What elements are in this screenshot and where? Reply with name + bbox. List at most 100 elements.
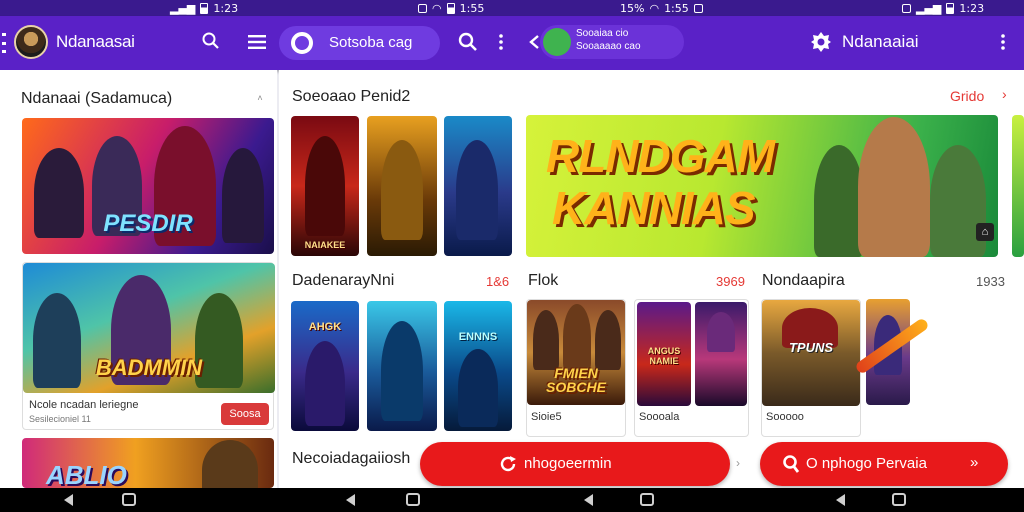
- avatar[interactable]: [14, 25, 48, 59]
- game-card[interactable]: ANGUS NAMIE Soooala: [634, 299, 749, 437]
- install-button[interactable]: Soosa: [221, 403, 269, 425]
- poster-title: ANGUS NAMIE: [647, 346, 681, 366]
- game-card-title: Sooooo: [766, 411, 804, 423]
- signal-icon: ▂▄▆: [916, 1, 942, 15]
- poster-title: ENNNS: [458, 331, 498, 343]
- flick-section-link[interactable]: 3969: [716, 274, 745, 289]
- character-figure: [456, 140, 498, 240]
- poster-title: NAIAKEE: [304, 240, 346, 250]
- app-logo-icon: [291, 32, 313, 54]
- game-card-image: ANGUS NAMIE: [637, 302, 691, 406]
- signal-icon: ▂▄▆: [170, 1, 196, 15]
- character-figure: [563, 304, 591, 370]
- game-poster[interactable]: [367, 116, 437, 256]
- game-card[interactable]: BADMMIN Ncole ncadan leriegne Sesilecion…: [22, 262, 275, 430]
- chat-pill[interactable]: Sooaiaa cio Sooaaaao cao: [540, 25, 684, 59]
- status-icons-1: ▂▄▆ 1:23: [170, 0, 238, 16]
- nav-back-icon[interactable]: [64, 494, 73, 506]
- right-section-link[interactable]: Grido: [950, 88, 984, 104]
- game-poster[interactable]: AHGK: [291, 301, 359, 431]
- chat-line-1: Sooaiaa cio: [576, 28, 629, 39]
- right-panel: Grido › RLNDGAM KANNIAS ⌂ Flok 3969 FMIE…: [524, 70, 1024, 488]
- game-poster[interactable]: ENNNS: [444, 301, 512, 431]
- overflow-menu-icon[interactable]: [998, 30, 1008, 54]
- status-icons-2: ◠ 1:55: [418, 0, 484, 16]
- game-poster[interactable]: NAIAKEE: [291, 116, 359, 256]
- character-figure: [707, 312, 735, 352]
- game-card-image: FMIEN SOBCHE: [527, 300, 625, 405]
- contact-avatar: [543, 28, 571, 56]
- app-bar: Ndanaasai Sotsoba cag Sooaiaa cio Sooaaa…: [0, 16, 1024, 70]
- nav-home-icon[interactable]: [892, 493, 906, 506]
- game-card[interactable]: TPUNS Sooooo: [761, 299, 861, 437]
- game-card-title: Soooala: [639, 411, 680, 423]
- character-figure: [458, 349, 498, 427]
- nav-home-icon[interactable]: [122, 493, 136, 506]
- battery-icon: [200, 2, 209, 14]
- banner-title-1: RLNDGAM: [546, 130, 775, 182]
- status-icons-4: ▂▄▆ 1:23: [902, 0, 984, 16]
- wifi-icon: ◠: [649, 1, 660, 15]
- nav-home-icon[interactable]: [406, 493, 420, 506]
- notification-icon: [693, 3, 703, 13]
- chevron-right-icon[interactable]: ›: [1002, 86, 1007, 102]
- game-card-art-title: TPUNS: [788, 340, 834, 355]
- featured-banner[interactable]: RLNDGAM KANNIAS ⌂: [526, 115, 998, 257]
- chevron-right-icon: ›: [736, 456, 740, 470]
- character-figure: [814, 145, 864, 257]
- character-figure: [381, 140, 423, 240]
- game-poster[interactable]: [367, 301, 437, 431]
- game-card-title: Ncole ncadan leriegne: [29, 399, 139, 411]
- card3-section-link[interactable]: 1933: [976, 274, 1005, 289]
- drawer-icon[interactable]: [2, 33, 6, 53]
- battery-icon: [946, 2, 955, 14]
- left-app-title: Ndanaasai: [56, 32, 135, 51]
- overflow-menu-icon[interactable]: [496, 30, 506, 54]
- status-time-2: 1:55: [459, 1, 485, 15]
- right-app-title: Ndanaaiai: [842, 32, 919, 51]
- status-bar: ▂▄▆ 1:23 ◠ 1:55 15% ◠ 1:55 ▂▄▆ 1:23: [0, 0, 1024, 16]
- nav-home-icon[interactable]: [640, 493, 654, 506]
- game-hero-image[interactable]: PESDIR: [22, 118, 274, 254]
- search-icon[interactable]: [200, 30, 222, 52]
- left-section-title: Ndanaai (Sadamuca): [21, 90, 173, 107]
- status-time-4: 1:23: [959, 1, 985, 15]
- nav-back-icon[interactable]: [346, 494, 355, 506]
- game-card-image: [695, 302, 747, 406]
- notification-icon: [902, 3, 911, 13]
- search-pill[interactable]: Sotsoba cag: [279, 26, 440, 60]
- game-card[interactable]: FMIEN SOBCHE Sioie5: [526, 299, 626, 437]
- nav-back-icon[interactable]: [584, 494, 593, 506]
- search-pill-label: Sotsoba cag: [329, 34, 413, 51]
- status-time-3: 1:55: [664, 1, 689, 15]
- next-banner-peek[interactable]: [1012, 115, 1024, 257]
- search-icon[interactable]: [456, 30, 480, 54]
- search-icon: [782, 454, 800, 474]
- game-card-art-title: FMIEN SOBCHE: [546, 365, 606, 395]
- game-hero-image[interactable]: ABLIO: [22, 438, 274, 488]
- mid-section-2-link[interactable]: 1&6: [486, 274, 509, 289]
- settings-gear-icon[interactable]: [808, 29, 834, 55]
- secondary-action-label: O nphogo Pervaia: [806, 455, 927, 472]
- mid-section-2-title: DadenarayNni: [292, 272, 395, 289]
- game-poster[interactable]: [444, 116, 512, 256]
- lock-icon: ⌂: [976, 223, 994, 241]
- battery-percent: 15%: [620, 1, 645, 15]
- card3-section-title: Nondaapira: [762, 272, 845, 289]
- primary-action-label: nhogoeermin: [524, 455, 612, 472]
- menu-icon[interactable]: [246, 31, 268, 53]
- nav-back-icon[interactable]: [836, 494, 845, 506]
- chevron-up-icon[interactable]: ˄: [254, 92, 266, 104]
- primary-action-button[interactable]: nhogoeermin: [420, 442, 730, 486]
- refresh-icon: [498, 454, 518, 474]
- left-panel: Ndanaai (Sadamuca) ˄ PESDIR BADMMIN Ncol…: [0, 70, 277, 488]
- notification-icon: [418, 3, 427, 13]
- game-card-title: Sioie5: [531, 411, 562, 423]
- secondary-action-button[interactable]: O nphogo Pervaia »: [760, 442, 1008, 486]
- battery-icon: [446, 2, 455, 14]
- game-card-image: TPUNS: [762, 300, 860, 406]
- character-figure: [305, 341, 345, 426]
- game-card-subtitle: Sesilecioniel 11: [29, 414, 91, 424]
- mid-section-title: Soeoaao Penid2: [292, 88, 411, 105]
- middle-panel: Soeoaao Penid2 NAIAKEE DadenarayNni 1&6 …: [279, 70, 524, 488]
